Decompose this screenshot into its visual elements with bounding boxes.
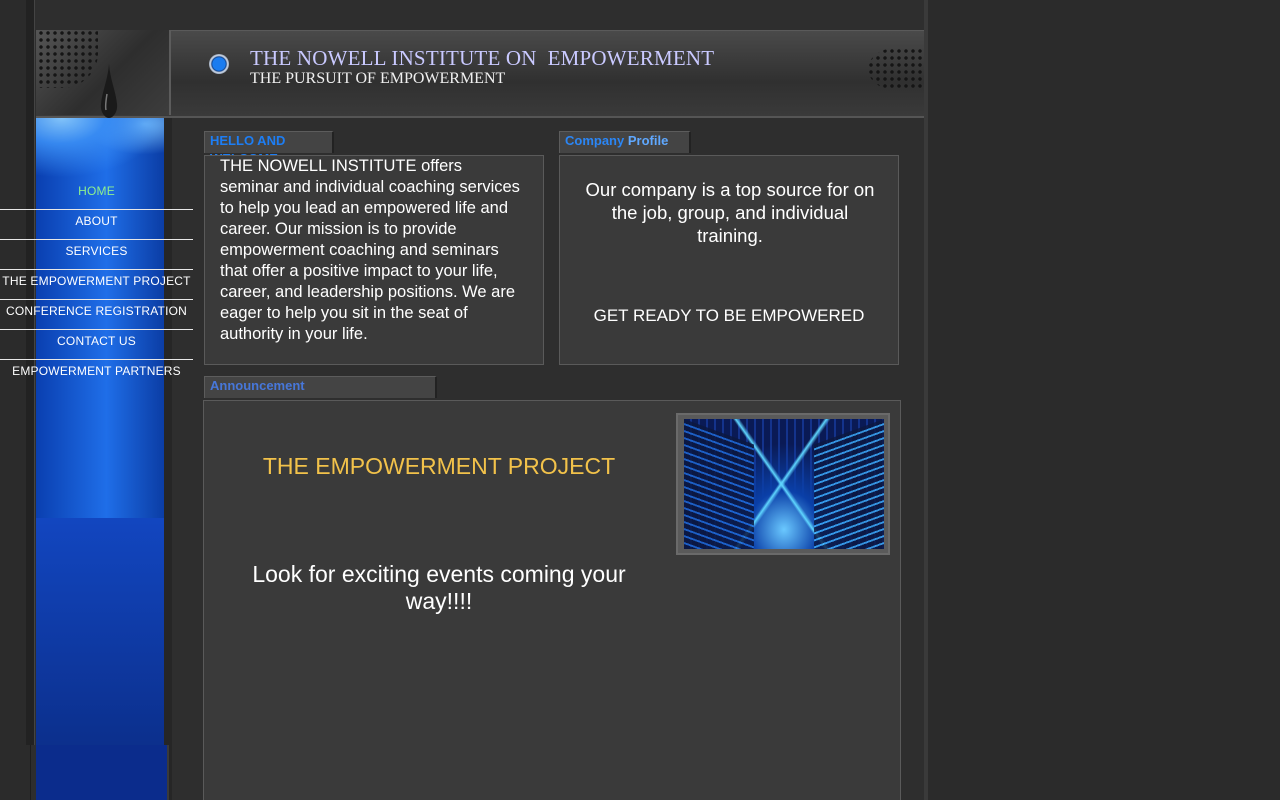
company-profile-text: Our company is a top source for on the j…: [585, 179, 875, 246]
empowered-cta-text: GET READY TO BE EMPOWERED: [593, 306, 865, 325]
nav-item-contact-us[interactable]: CONTACT US: [0, 330, 193, 360]
nav-item-services[interactable]: SERVICES: [0, 240, 193, 270]
profile-tab-word1: Company: [565, 133, 625, 148]
sidebar-water-decoration: [36, 118, 164, 178]
announcement-tab: Announcement: [204, 376, 437, 398]
nav-item-empowerment-partners[interactable]: EMPOWERMENT PARTNERS: [0, 360, 193, 389]
nav-item-conference-registration[interactable]: CONFERENCE REGISTRATION: [0, 300, 193, 330]
logo-bullet-icon: [209, 54, 229, 74]
main-nav: HOME ABOUT SERVICES THE EMPOWERMENT PROJ…: [0, 180, 193, 389]
drip-icon: [100, 64, 118, 118]
announcement-panel: THE EMPOWERMENT PROJECT Look for excitin…: [203, 400, 901, 800]
nav-item-empowerment-project[interactable]: THE EMPOWERMENT PROJECT: [0, 270, 193, 300]
welcome-panel: THE NOWELL INSTITUTE offers seminar and …: [204, 155, 544, 365]
profile-tab-word2: Profile: [627, 133, 669, 148]
welcome-text: THE NOWELL INSTITUTE offers seminar and …: [220, 157, 520, 343]
site-subtitle: THE PURSUIT OF EMPOWERMENT: [250, 70, 506, 87]
welcome-tab: HELLO AND WELCOME: [204, 131, 334, 166]
sidebar-footer-strip: [36, 745, 169, 800]
decorative-splat: [868, 48, 924, 90]
announcement-title: THE EMPOWERMENT PROJECT: [262, 453, 616, 479]
nav-item-home[interactable]: HOME: [0, 180, 193, 210]
company-profile-tab: Company Profile: [559, 131, 691, 153]
site-title: THE NOWELL INSTITUTE ON EMPOWERMENT: [250, 46, 715, 70]
announcement-text: Look for exciting events coming your way…: [252, 561, 626, 614]
building-photo: [684, 419, 884, 549]
right-edge-border: [924, 0, 928, 800]
building-photo-frame: [676, 413, 890, 555]
nav-item-about[interactable]: ABOUT: [0, 210, 193, 240]
company-profile-panel: Our company is a top source for on the j…: [559, 155, 899, 365]
